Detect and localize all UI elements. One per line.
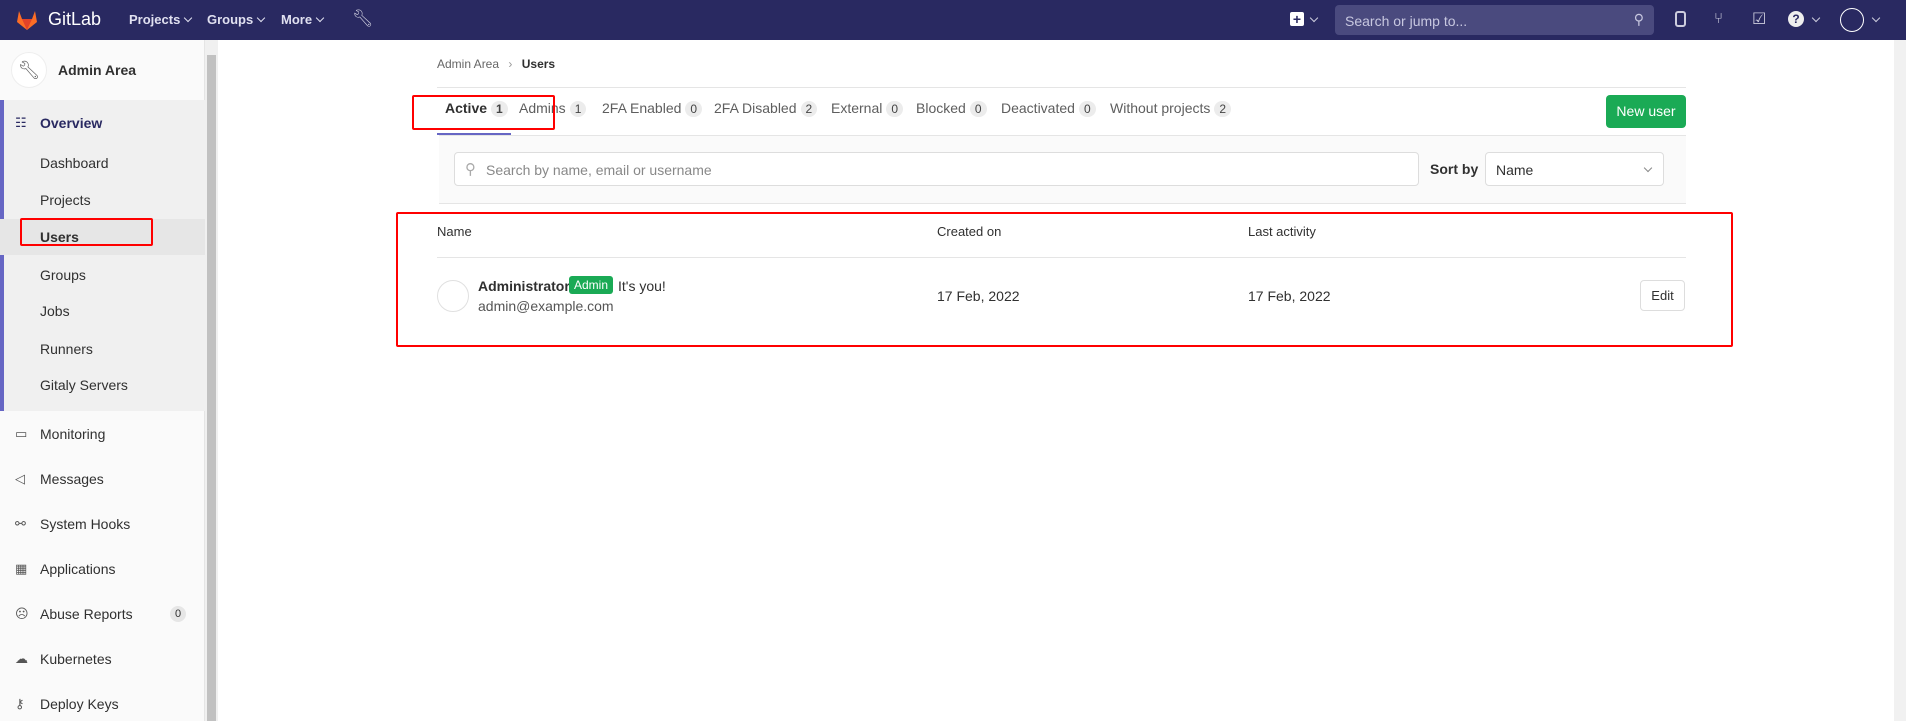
sidebar-item-label: Jobs — [40, 303, 70, 319]
sidebar-item-label: Messages — [40, 471, 104, 487]
sidebar-item-label: Kubernetes — [40, 651, 112, 667]
new-user-button[interactable]: New user — [1606, 95, 1686, 128]
tab-count-badge: 0 — [886, 101, 904, 117]
global-search-input[interactable]: Search or jump to... ⚲ — [1335, 5, 1654, 35]
sidebar-item-abuse-reports[interactable]: ☹ Abuse Reports 0 — [0, 596, 205, 632]
sidebar-item-messages[interactable]: ◁ Messages — [0, 461, 205, 497]
sidebar-item-runners[interactable]: Runners — [0, 331, 205, 367]
filter-bar: ⚲ Search by name, email or username Sort… — [439, 135, 1686, 204]
nav-groups[interactable]: Groups — [207, 12, 266, 27]
tab-2fa-disabled[interactable]: 2FA Disabled 2 — [714, 100, 818, 117]
tab-blocked[interactable]: Blocked 0 — [916, 100, 987, 117]
chevron-right-icon: › — [508, 57, 513, 71]
plus-icon[interactable]: + — [1290, 12, 1304, 26]
grid-icon: ▦ — [15, 561, 28, 576]
help-icon[interactable]: ? — [1788, 11, 1804, 27]
sidebar-item-label: Dashboard — [40, 155, 109, 171]
sidebar-item-label: System Hooks — [40, 516, 131, 532]
overview-icon: ☷ — [15, 115, 27, 130]
kubernetes-icon: ☁ — [15, 651, 28, 666]
page-scrollbar[interactable] — [1894, 40, 1906, 721]
tab-deactivated[interactable]: Deactivated 0 — [1001, 100, 1096, 117]
sidebar-item-label: Groups — [40, 267, 86, 283]
sidebar-item-label: Runners — [40, 341, 93, 357]
tab-without-projects[interactable]: Without projects 2 — [1110, 100, 1232, 117]
tab-count-badge: 0 — [685, 101, 703, 117]
sidebar-item-dashboard[interactable]: Dashboard — [0, 145, 205, 181]
sidebar-item-jobs[interactable]: Jobs — [0, 293, 205, 329]
abuse-count-badge: 0 — [170, 606, 186, 622]
key-icon: ⚷ — [15, 696, 25, 711]
search-icon: ⚲ — [1633, 11, 1644, 27]
search-icon: ⚲ — [465, 161, 476, 178]
gitlab-logo-icon[interactable] — [15, 9, 39, 31]
divider — [437, 87, 1686, 88]
sidebar-item-monitoring[interactable]: ▭ Monitoring — [0, 416, 205, 452]
sidebar-item-label: Gitaly Servers — [40, 377, 128, 393]
brand-name[interactable]: GitLab — [48, 9, 101, 30]
tab-label: External — [831, 100, 883, 116]
sidebar-item-label: Abuse Reports — [40, 606, 133, 622]
nav-label: Projects — [129, 12, 181, 27]
annotation-box-table — [396, 212, 1733, 347]
sort-value: Name — [1496, 162, 1534, 178]
breadcrumb: Admin Area › Users — [437, 57, 555, 71]
tab-count-badge: 1 — [569, 101, 587, 117]
wrench-icon: 🔧︎ — [11, 52, 47, 88]
nav-more[interactable]: More — [281, 12, 325, 27]
sidebar-item-label: Monitoring — [40, 426, 106, 442]
sidebar-item-overview[interactable]: ☷ Overview — [0, 105, 205, 141]
sidebar-item-projects[interactable]: Projects — [0, 182, 205, 218]
tab-label: 2FA Disabled — [714, 100, 797, 116]
nav-label: More — [281, 12, 313, 27]
tab-2fa-enabled[interactable]: 2FA Enabled 0 — [602, 100, 703, 117]
nav-projects[interactable]: Projects — [129, 12, 193, 27]
sort-label: Sort by — [1430, 161, 1479, 177]
monitor-icon: ▭ — [15, 426, 28, 441]
sidebar-item-groups[interactable]: Groups — [0, 257, 205, 293]
sidebar-item-applications[interactable]: ▦ Applications — [0, 551, 205, 587]
annotation-box-users — [20, 218, 153, 246]
issues-icon[interactable] — [1675, 11, 1686, 27]
sidebar: 🔧︎ Admin Area ☷ Overview Dashboard Projec… — [0, 40, 205, 721]
annotation-box-active-tab — [412, 95, 555, 130]
sidebar-item-system-hooks[interactable]: ⚯ System Hooks — [0, 506, 205, 542]
sidebar-header[interactable]: 🔧︎ Admin Area — [0, 40, 205, 100]
breadcrumb-current: Users — [521, 57, 556, 71]
tab-label: Deactivated — [1001, 100, 1075, 116]
abuse-icon: ☹ — [15, 606, 29, 621]
megaphone-icon: ◁ — [15, 471, 25, 486]
user-search-input[interactable]: ⚲ Search by name, email or username — [454, 152, 1419, 186]
sidebar-item-kubernetes[interactable]: ☁ Kubernetes — [0, 641, 205, 677]
tab-count-badge: 2 — [1214, 101, 1232, 117]
chevron-down-icon — [1643, 163, 1653, 173]
hook-icon: ⚯ — [15, 516, 26, 531]
tab-external[interactable]: External 0 — [831, 100, 904, 117]
sidebar-item-gitaly-servers[interactable]: Gitaly Servers — [0, 367, 205, 403]
tab-count-badge: 0 — [969, 101, 987, 117]
sidebar-scrollbar-thumb[interactable] — [207, 55, 216, 721]
search-placeholder: Search or jump to... — [1345, 13, 1468, 29]
sort-select[interactable]: Name — [1485, 152, 1664, 186]
sidebar-item-label: Deploy Keys — [40, 696, 119, 712]
merge-request-icon[interactable]: ⑂ — [1714, 10, 1723, 27]
breadcrumb-parent[interactable]: Admin Area — [437, 57, 499, 71]
nav-label: Groups — [207, 12, 254, 27]
sidebar-item-deploy-keys[interactable]: ⚷ Deploy Keys — [0, 686, 205, 722]
sidebar-item-label: Projects — [40, 192, 91, 208]
search-placeholder: Search by name, email or username — [486, 162, 712, 178]
tab-count-badge: 0 — [1078, 101, 1096, 117]
avatar[interactable] — [1840, 8, 1864, 32]
tab-label: Without projects — [1110, 100, 1211, 116]
sidebar-title: Admin Area — [58, 62, 137, 78]
sidebar-item-label: Applications — [40, 561, 116, 577]
wrench-icon[interactable]: 🔧︎ — [352, 9, 374, 29]
top-navbar: GitLab Projects Groups More 🔧︎ + Search … — [0, 0, 1906, 40]
sidebar-item-label: Overview — [40, 115, 103, 131]
tab-count-badge: 2 — [800, 101, 818, 117]
todo-icon[interactable]: ☑ — [1752, 9, 1766, 29]
tab-label: 2FA Enabled — [602, 100, 682, 116]
tab-label: Blocked — [916, 100, 966, 116]
